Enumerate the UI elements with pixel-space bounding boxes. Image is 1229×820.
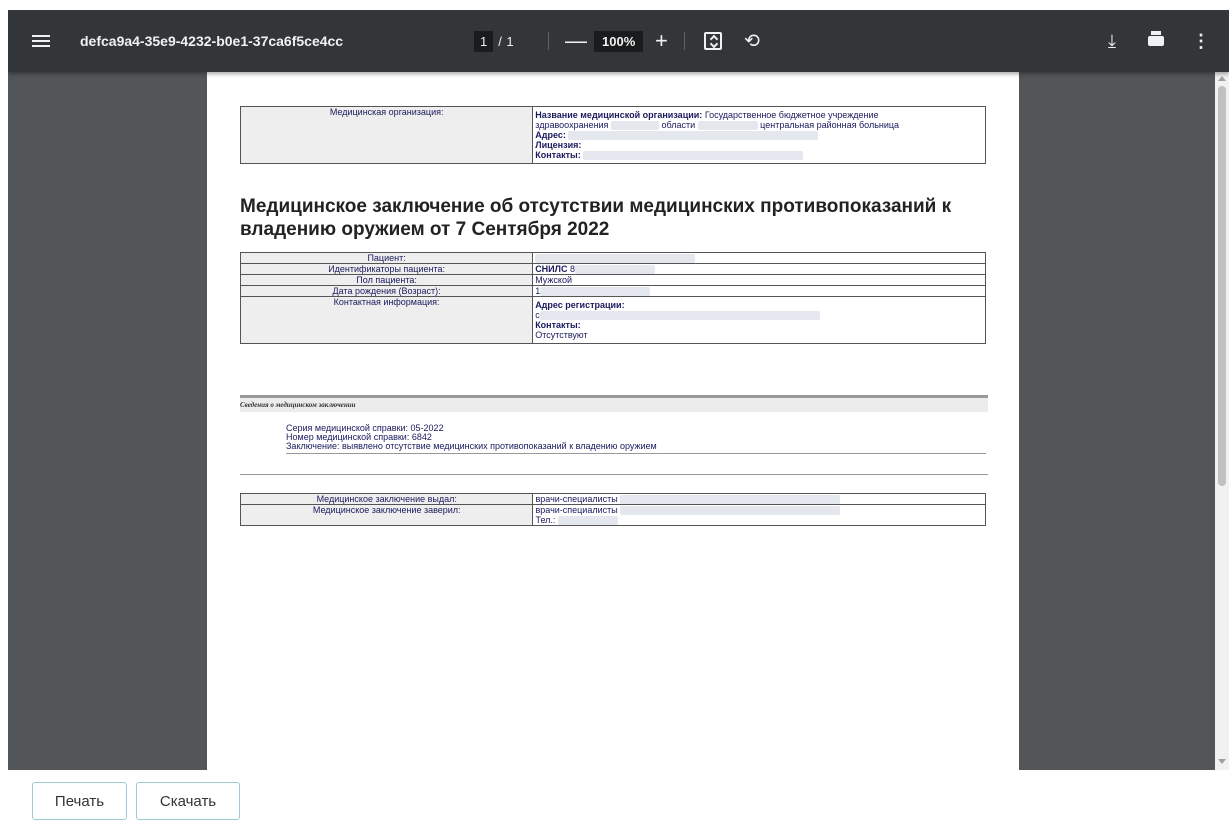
document-page: Медицинская организация: Название медици… [207,72,1019,770]
zoom-level-input[interactable]: 100% [594,10,644,72]
redacted [575,265,656,275]
redacted [583,151,804,161]
contacts-label: Контакты: [535,320,581,331]
org-line2-c: центральная районная больница [760,119,900,130]
redacted [539,311,820,321]
signatures-table: Медицинское заключение выдал: врачи-спец… [239,492,986,527]
document-title: defca9a4-35e9-4232-b0e1-37ca6f5ce4cc [80,33,344,49]
scroll-up-icon[interactable] [1218,76,1226,81]
page-total: 1 [506,33,514,49]
table-row: Дата рождения (Возраст): 1 [239,285,986,298]
phone-label: Тел.: [535,515,556,526]
org-line2-b: области [661,119,696,130]
org-label: Медицинская организация: [239,106,534,164]
page-separator: / [498,33,502,49]
redacted [697,120,758,130]
certified-label: Медицинское заключение заверил: [239,504,534,527]
section-title: Сведения о медицинском заключении [240,398,988,412]
dob-label: Дата рождения (Возраст): [239,285,534,298]
redacted [620,495,841,505]
redacted [610,120,659,130]
org-line2-a: здравоохранения [535,119,609,130]
document-heading: Медицинское заключение об отсутствии мед… [240,196,952,240]
issued-value: врачи-специалисты [535,494,618,504]
rotate-icon[interactable]: ⟲ [744,10,760,72]
redacted [557,516,618,526]
viewer-toolbar: defca9a4-35e9-4232-b0e1-37ca6f5ce4cc 1 /… [8,10,1229,72]
conclusion-section: Сведения о медицинском заключении Серия … [240,395,988,475]
scroll-down-icon[interactable] [1218,759,1226,764]
scrollbar-thumb[interactable] [1218,86,1226,486]
sex-label: Пол пациента: [239,274,534,287]
toolbar-divider [548,10,549,72]
org-info: Название медицинской организации: Госуда… [532,106,986,164]
zoom-in-button[interactable]: + [655,10,668,72]
address-label: Адрес: [535,129,566,140]
table-row: Пациент: [239,251,986,265]
redacted [620,506,841,516]
page-indicator: 1 / 1 [474,10,514,72]
redacted [568,131,819,141]
table-row: Идентификаторы пациента: СНИЛС 8 [239,263,986,276]
patient-label: Пациент: [239,251,534,265]
pdf-viewer: defca9a4-35e9-4232-b0e1-37ca6f5ce4cc 1 /… [8,10,1229,770]
reg-address-label: Адрес регистрации: [535,300,625,311]
organization-table: Медицинская организация: Название медици… [239,106,986,164]
license-label: Лицензия: [535,140,582,151]
sex-value: Мужской [532,274,986,287]
scrollbar[interactable] [1215,72,1229,770]
snils-label: СНИЛС [535,264,568,275]
redacted [535,254,696,264]
more-vert-icon[interactable]: ⋮ [1192,10,1210,72]
org-name-label: Название медицинской организации: [535,109,703,120]
patient-table: Пациент: Идентификаторы пациента: СНИЛС … [239,251,986,345]
contacts-value: Отсутствуют [535,330,588,341]
ids-label: Идентификаторы пациента: [239,263,534,276]
download-icon[interactable]: ⤓ [1108,10,1116,72]
certified-value: врачи-специалисты [535,505,618,516]
print-icon[interactable] [1148,10,1164,72]
table-row: Пол пациента: Мужской [239,274,986,287]
table-row: Медицинское заключение заверил: врачи-сп… [239,504,986,527]
page-current-input[interactable]: 1 [474,30,494,52]
download-button[interactable]: Скачать [136,782,240,820]
redacted [540,287,651,297]
fit-to-page-icon[interactable] [704,10,722,72]
conclusion-line: Заключение: выявлено отсутствие медицинс… [286,441,657,451]
print-button[interactable]: Печать [32,782,127,820]
contact-label: Контактная информация: [239,296,534,345]
org-name-value: Государственное бюджетное учреждение [704,109,879,120]
contacts-label: Контакты: [535,150,581,161]
table-row: Контактная информация: Адрес регистрации… [239,296,986,345]
zoom-out-button[interactable]: — [565,10,587,72]
issued-label: Медицинское заключение выдал: [239,492,534,506]
menu-icon[interactable] [32,10,56,72]
zoom-level: 100% [594,30,644,52]
table-row: Медицинское заключение выдал: врачи-спец… [239,492,986,506]
toolbar-divider [684,10,685,72]
